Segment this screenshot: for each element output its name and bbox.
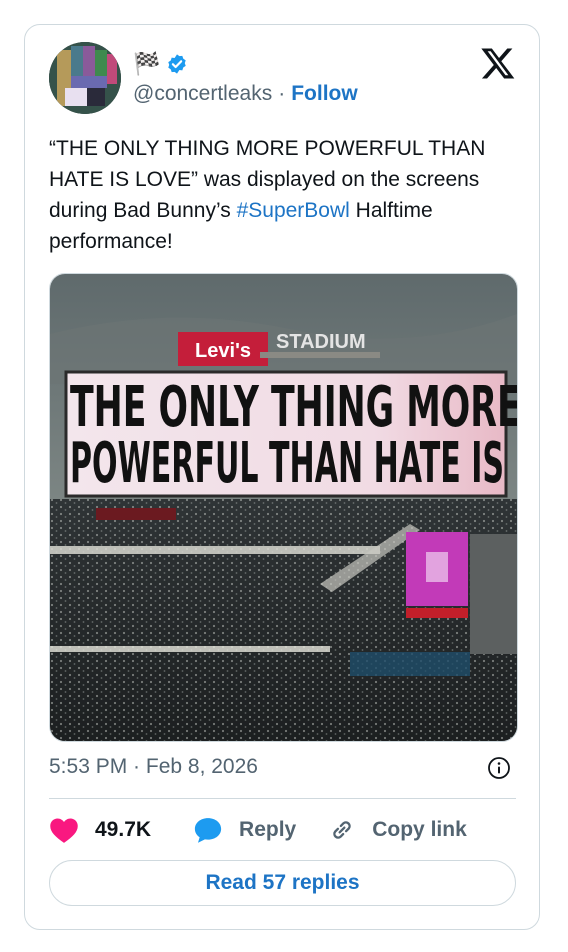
checkered-flag-icon: 🏁 [133, 51, 161, 76]
copy-link-label: Copy link [372, 818, 467, 841]
action-bar: 49.7K Reply Copy link [49, 812, 467, 848]
read-replies-button[interactable]: Read 57 replies [49, 860, 516, 906]
handle-row: @concertleaks · Follow [133, 82, 358, 106]
follow-link[interactable]: Follow [291, 82, 358, 105]
display-name[interactable]: 🏁 [133, 50, 188, 78]
like-count: 49.7K [95, 818, 152, 841]
sign-stadium: STADIUM [276, 331, 366, 353]
info-icon[interactable] [487, 756, 511, 780]
avatar[interactable] [49, 42, 121, 114]
tweet-photo[interactable]: Levi's STADIUM THE ONLY THING MORE POWER… [49, 273, 518, 742]
billboard-line2: POWERFUL THAN HATE IS LOVE [70, 430, 517, 496]
hashtag-link[interactable]: #SuperBowl [237, 199, 350, 222]
heart-icon [50, 818, 78, 843]
sign-brand: Levi's [195, 340, 251, 362]
verified-badge-icon [168, 54, 187, 74]
reply-button[interactable]: Reply [193, 816, 296, 844]
link-icon [333, 821, 351, 839]
tweet-embed-card: 🏁 @concertleaks · Follow “THE ONLY THING M… [24, 24, 540, 930]
divider [49, 798, 516, 799]
user-handle[interactable]: @concertleaks [133, 82, 272, 105]
like-button[interactable]: 49.7K [49, 816, 151, 844]
reply-bubble-icon [194, 818, 222, 843]
separator-dot: · [278, 82, 286, 105]
tweet-timestamp[interactable]: 5:53 PM · Feb 8, 2026 [49, 755, 258, 779]
tweet-text: “THE ONLY THING MORE POWERFUL THAN HATE … [49, 133, 519, 257]
reply-label: Reply [239, 818, 297, 841]
copy-link-button[interactable]: Copy link [328, 816, 467, 844]
x-logo-icon[interactable] [479, 45, 517, 81]
